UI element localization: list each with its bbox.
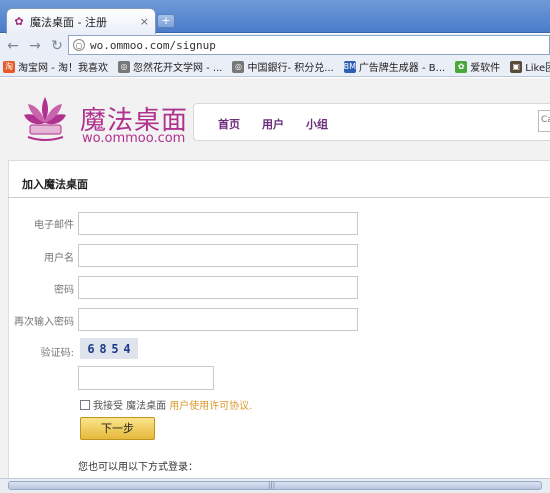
password-label: 密码 [54,285,74,296]
address-bar[interactable]: ○ wo.ommoo.com/signup [68,35,550,55]
page-info-icon[interactable]: ○ [73,39,85,51]
back-icon[interactable]: ← [4,37,22,55]
taobao-icon: 淘 [3,60,15,73]
browser-tab[interactable]: ✿ 魔法桌面 - 注册 × [6,8,156,34]
site-nav [193,103,550,141]
divider [8,197,550,198]
nav-groups-link[interactable]: 小组 [306,116,328,132]
captcha-image[interactable]: 6 8 5 4 [80,338,138,359]
bookmark-label: 中国銀行- 积分兑... [247,63,334,74]
site-logo-url: wo.ommoo.com [82,131,186,146]
captcha-digit: 4 [123,341,131,356]
captcha-digit: 8 [99,341,107,356]
bookmark-item[interactable]: ✿ 爱软件 [455,59,500,74]
leaf-icon: ✿ [455,60,468,73]
bookmark-label: 忽然花开文学网 - ... [132,63,223,74]
agree-text: 我接受 魔法桌面 [93,401,167,412]
bookmark-label: 淘宝网 - 淘！我喜欢 [18,63,108,74]
lotus-favicon-icon: ✿ [14,15,24,28]
form-title: 加入魔法桌面 [22,178,88,191]
captcha-digit: 6 [87,341,95,356]
bookmark-label: Like团 [525,63,550,74]
bookmark-label: 爱软件 [470,63,501,74]
agree-row: 我接受 魔法桌面 用户使用许可协议. [80,397,252,412]
license-link[interactable]: 用户使用许可协议. [169,397,252,412]
bookmarks-bar: 淘淘宝网 - 淘！我喜欢 ◎ 忽然花开文学网 - ... ◎ 中国銀行- 积分兑... B… [0,57,550,77]
forward-icon[interactable]: → [26,37,44,55]
bookmark-item[interactable]: 淘淘宝网 - 淘！我喜欢 [3,59,108,74]
nav-users-link[interactable]: 用户 [262,116,284,132]
email-label: 电子邮件 [34,220,74,231]
confirm-password-label: 再次输入密码 [14,317,74,328]
new-tab-button[interactable]: + [157,14,175,28]
confirm-password-field[interactable] [78,308,358,331]
globe-icon: ◎ [232,60,245,73]
bm-icon: BM [343,60,357,73]
bookmark-item[interactable]: ◎ 中国銀行- 积分兑... [232,59,334,74]
agree-checkbox[interactable] [80,399,90,410]
lotus-logo-icon[interactable] [18,93,73,145]
nav-home-link[interactable]: 首页 [218,116,240,132]
bookmark-label: 广告牌生成器 - B... [358,63,446,74]
url-text: wo.ommoo.com/signup [90,38,216,52]
username-label: 用户名 [44,253,74,264]
photo-icon: ▣ [510,60,523,73]
captcha-label: 验证码: [40,348,74,359]
bookmark-item[interactable]: BM 广告牌生成器 - B... [344,59,445,74]
tab-close-icon[interactable]: × [140,15,149,28]
tab-title: 魔法桌面 - 注册 [30,15,107,29]
reload-icon[interactable]: ↻ [48,37,66,55]
scrollbar-grip-icon: ||| [268,481,276,489]
email-field[interactable] [78,212,358,235]
site-search-input[interactable]: Ca [538,110,550,132]
next-button[interactable]: 下一步 [80,417,155,440]
bookmark-item[interactable]: ◎ 忽然花开文学网 - ... [117,59,223,74]
alt-login-text: 您也可以用以下方式登录： [78,462,198,473]
bookmark-item[interactable]: ▣Like团 [510,59,550,74]
captcha-input[interactable] [78,366,214,390]
password-field[interactable] [78,276,358,299]
captcha-digit: 5 [111,341,119,356]
globe-icon: ◎ [117,60,130,73]
username-field[interactable] [78,244,358,267]
